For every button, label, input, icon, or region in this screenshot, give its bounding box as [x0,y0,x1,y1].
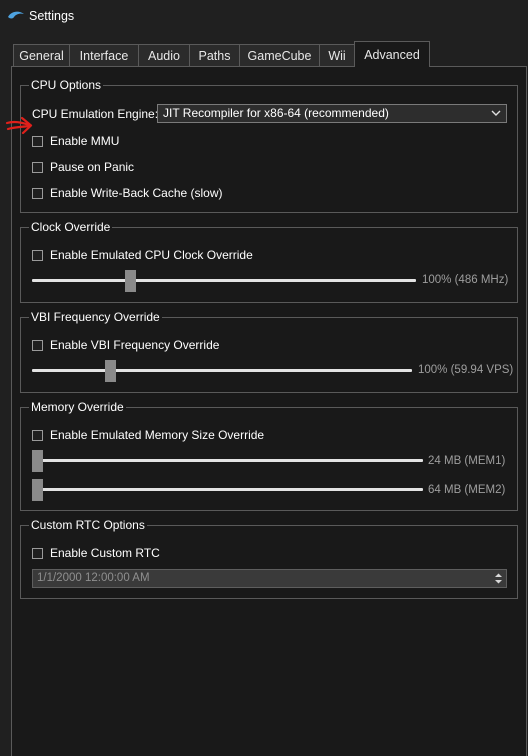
cpu-engine-value: JIT Recompiler for x86-64 (recommended) [163,106,389,120]
checkbox-label: Enable Custom RTC [50,546,160,560]
checkbox-label: Enable Write-Back Cache (slow) [50,186,223,200]
vbi-frequency-override-checkbox[interactable]: Enable VBI Frequency Override [32,337,219,353]
cpu-clock-slider[interactable] [32,279,416,282]
mem2-value: 64 MB (MEM2) [428,484,506,496]
checkbox-label: Pause on Panic [50,160,135,174]
spinner-arrows-icon[interactable] [494,572,503,585]
dolphin-icon [8,11,24,19]
tab-paths[interactable]: Paths [189,44,240,66]
group-title: Memory Override [29,400,126,414]
cpu-clock-slider-thumb[interactable] [125,270,136,292]
mem1-value: 24 MB (MEM1) [428,455,506,467]
checkbox-box[interactable] [32,135,43,147]
rtc-datetime-input[interactable]: 1/1/2000 12:00:00 AM [32,569,507,588]
cpu-options-group: CPU Options CPU Emulation Engine: JIT Re… [20,78,518,213]
vbi-frequency-slider[interactable] [32,369,412,372]
tab-label: Interface [79,49,129,63]
advanced-panel: CPU Options CPU Emulation Engine: JIT Re… [11,66,527,756]
checkbox-box[interactable] [32,547,43,559]
tab-interface[interactable]: Interface [69,44,139,66]
mem1-slider-thumb[interactable] [32,450,43,472]
cpu-engine-select[interactable]: JIT Recompiler for x86-64 (recommended) [157,104,507,123]
memory-size-override-checkbox[interactable]: Enable Emulated Memory Size Override [32,427,264,443]
memory-override-group: Memory Override Enable Emulated Memory S… [20,400,518,511]
group-title: Custom RTC Options [29,518,147,532]
group-title: CPU Options [29,78,104,92]
vbi-frequency-slider-thumb[interactable] [105,360,116,382]
group-title: VBI Frequency Override [29,310,162,324]
chevron-down-icon [491,110,501,116]
mem2-slider-thumb[interactable] [32,479,43,501]
title-bar[interactable]: Settings [0,0,528,32]
checkbox-box[interactable] [32,161,43,173]
tab-label: Paths [198,49,231,63]
group-title: Clock Override [29,220,113,234]
cpu-clock-override-checkbox[interactable]: Enable Emulated CPU Clock Override [32,247,253,263]
rtc-datetime-value: 1/1/2000 12:00:00 AM [37,572,150,584]
window-title: Settings [29,9,75,23]
enable-mmu-checkbox[interactable]: Enable MMU [32,133,119,149]
checkbox-box[interactable] [32,429,43,441]
checkbox-label: Enable MMU [50,134,120,148]
vbi-override-group: VBI Frequency Override Enable VBI Freque… [20,310,518,393]
custom-rtc-checkbox[interactable]: Enable Custom RTC [32,545,160,561]
checkbox-label: Enable Emulated CPU Clock Override [50,248,253,262]
checkbox-box[interactable] [32,339,43,351]
vbi-frequency-value: 100% (59.94 VPS) [418,364,514,376]
mem2-slider[interactable] [32,488,423,491]
tab-gamecube[interactable]: GameCube [239,44,320,66]
checkbox-label: Enable VBI Frequency Override [50,338,220,352]
tab-label: Advanced [364,48,420,62]
pause-on-panic-checkbox[interactable]: Pause on Panic [32,159,134,175]
tab-label: GameCube [247,49,312,63]
tab-label: Wii [328,49,346,63]
tab-general[interactable]: General [13,44,70,66]
checkbox-box[interactable] [32,249,43,261]
tab-advanced[interactable]: Advanced [354,41,430,67]
checkbox-label: Enable Emulated Memory Size Override [50,428,265,442]
cpu-engine-label: CPU Emulation Engine: [32,107,159,121]
mem1-slider[interactable] [32,459,423,462]
write-back-cache-checkbox[interactable]: Enable Write-Back Cache (slow) [32,185,223,201]
custom-rtc-group: Custom RTC Options Enable Custom RTC 1/1… [20,518,518,599]
cpu-clock-value: 100% (486 MHz) [422,274,509,286]
tab-wii[interactable]: Wii [319,44,355,66]
red-arrow-annotation [5,116,33,135]
clock-override-group: Clock Override Enable Emulated CPU Clock… [20,220,518,303]
tab-label: Audio [148,49,180,63]
tab-label: General [19,49,64,63]
checkbox-box[interactable] [32,187,43,199]
tab-audio[interactable]: Audio [138,44,190,66]
